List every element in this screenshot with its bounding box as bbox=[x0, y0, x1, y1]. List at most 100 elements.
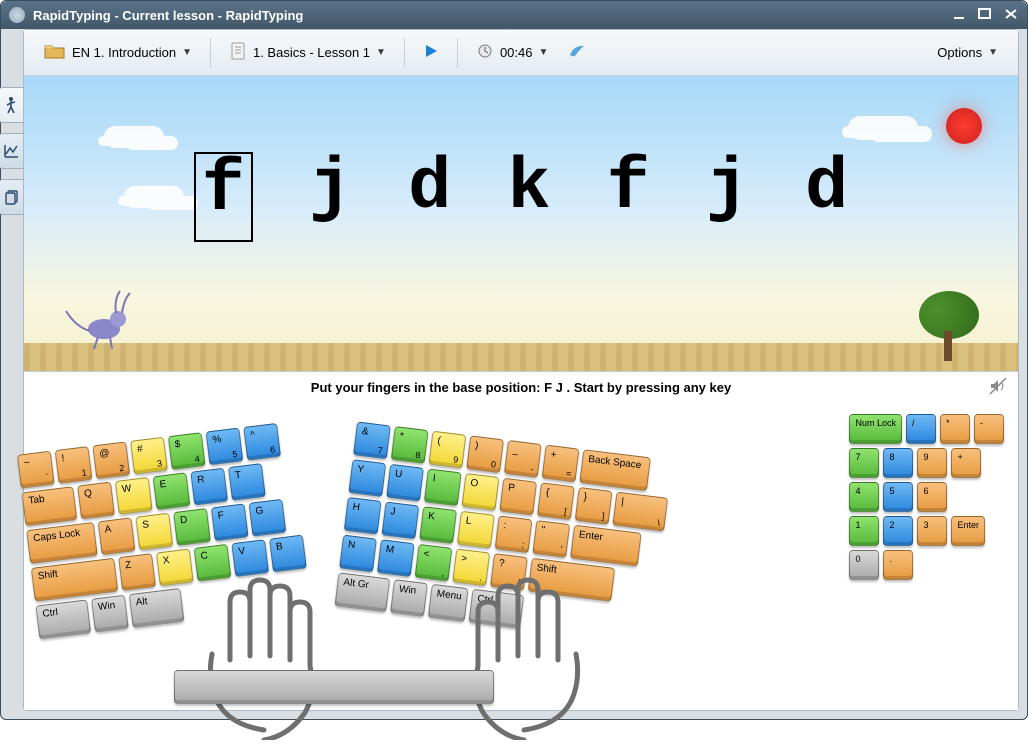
key-space[interactable] bbox=[174, 670, 494, 704]
key-[interactable]: ~` bbox=[17, 451, 55, 489]
toolbar-separator bbox=[210, 38, 211, 68]
close-button[interactable] bbox=[1003, 7, 1019, 21]
key-num-lock[interactable]: Num Lock bbox=[849, 414, 902, 444]
key-n[interactable]: N bbox=[339, 535, 377, 573]
key-g[interactable]: G bbox=[248, 499, 286, 537]
key-t[interactable]: T bbox=[228, 463, 266, 501]
key-x[interactable]: X bbox=[156, 548, 194, 586]
key-[interactable]: {[ bbox=[537, 482, 575, 520]
time-dropdown[interactable]: 00:46 ▼ bbox=[470, 39, 554, 66]
key-j[interactable]: J bbox=[381, 501, 419, 539]
sun-icon bbox=[946, 108, 982, 144]
key-k[interactable]: K bbox=[419, 506, 457, 544]
key-enter[interactable]: Enter bbox=[951, 516, 985, 546]
key-[interactable]: &7 bbox=[353, 421, 391, 459]
tab-lessons-list[interactable] bbox=[0, 179, 25, 215]
key-[interactable]: @2 bbox=[92, 441, 130, 479]
typing-chars: fjdkfjd bbox=[24, 152, 1018, 242]
document-icon bbox=[229, 41, 247, 64]
course-dropdown[interactable]: EN 1. Introduction ▼ bbox=[38, 38, 198, 67]
key-alt[interactable]: Alt bbox=[129, 588, 185, 628]
key-[interactable]: (9 bbox=[428, 431, 466, 469]
key-h[interactable]: H bbox=[344, 497, 382, 535]
mute-button[interactable] bbox=[988, 376, 1008, 396]
key-[interactable]: }] bbox=[575, 487, 613, 525]
key-[interactable]: #3 bbox=[130, 437, 168, 475]
key-win[interactable]: Win bbox=[390, 579, 428, 617]
key-y[interactable]: Y bbox=[348, 459, 386, 497]
play-button[interactable] bbox=[417, 39, 445, 66]
key-o[interactable]: O bbox=[462, 473, 500, 511]
tab-stats[interactable] bbox=[0, 133, 25, 169]
key-shift[interactable]: Shift bbox=[31, 558, 119, 602]
key-[interactable]: !1 bbox=[55, 446, 93, 484]
key-shift[interactable]: Shift bbox=[528, 558, 616, 602]
brush-button[interactable] bbox=[562, 39, 592, 66]
tab-lesson[interactable] bbox=[0, 87, 25, 123]
key-[interactable]: )0 bbox=[466, 435, 504, 473]
key-c[interactable]: C bbox=[194, 544, 232, 582]
key-b[interactable]: B bbox=[269, 535, 307, 573]
key-7[interactable]: 7 bbox=[849, 448, 879, 478]
key-3[interactable]: 3 bbox=[917, 516, 947, 546]
key-win[interactable]: Win bbox=[91, 595, 129, 633]
key-w[interactable]: W bbox=[115, 477, 153, 515]
key-menu[interactable]: Menu bbox=[428, 584, 469, 622]
key-a[interactable]: A bbox=[98, 517, 136, 555]
key-[interactable]: ^6 bbox=[243, 423, 281, 461]
key-[interactable]: * bbox=[940, 414, 970, 444]
key-ctrl[interactable]: Ctrl bbox=[468, 589, 524, 629]
key-8[interactable]: 8 bbox=[883, 448, 913, 478]
key-i[interactable]: I bbox=[424, 468, 462, 506]
cloud-icon bbox=[848, 116, 918, 140]
key-[interactable]: "' bbox=[532, 520, 570, 558]
key-enter[interactable]: Enter bbox=[570, 525, 642, 567]
key-[interactable]: / bbox=[906, 414, 936, 444]
key-2[interactable]: 2 bbox=[883, 516, 913, 546]
key-4[interactable]: 4 bbox=[849, 482, 879, 512]
key-[interactable]: _- bbox=[504, 440, 542, 478]
options-dropdown[interactable]: Options ▼ bbox=[931, 41, 1004, 64]
key-[interactable]: + bbox=[951, 448, 981, 478]
key-u[interactable]: U bbox=[386, 464, 424, 502]
typing-char: f bbox=[194, 152, 253, 242]
minimize-button[interactable] bbox=[952, 7, 968, 21]
key-5[interactable]: 5 bbox=[883, 482, 913, 512]
key-[interactable]: >. bbox=[452, 548, 490, 586]
key-alt-gr[interactable]: Alt Gr bbox=[334, 572, 390, 612]
key-s[interactable]: S bbox=[135, 513, 173, 551]
key-[interactable]: |\ bbox=[612, 492, 668, 532]
key-e[interactable]: E bbox=[153, 472, 191, 510]
key-back-space[interactable]: Back Space bbox=[579, 449, 651, 491]
key-l[interactable]: L bbox=[457, 511, 495, 549]
key-[interactable]: <, bbox=[415, 544, 453, 582]
key-[interactable]: %5 bbox=[205, 428, 243, 466]
key-p[interactable]: P bbox=[499, 478, 537, 516]
key-tab[interactable]: Tab bbox=[22, 486, 78, 526]
key-m[interactable]: M bbox=[377, 539, 415, 577]
key-z[interactable]: Z bbox=[118, 553, 156, 591]
typing-char: j bbox=[706, 152, 749, 242]
lesson-dropdown[interactable]: 1. Basics - Lesson 1 ▼ bbox=[223, 37, 392, 68]
key-0[interactable]: 0 bbox=[849, 550, 879, 580]
maximize-button[interactable] bbox=[977, 7, 993, 21]
key-9[interactable]: 9 bbox=[917, 448, 947, 478]
key-r[interactable]: R bbox=[190, 468, 228, 506]
key-6[interactable]: 6 bbox=[917, 482, 947, 512]
key-[interactable]: $4 bbox=[168, 432, 206, 470]
key-[interactable]: . bbox=[883, 550, 913, 580]
key-[interactable]: :; bbox=[495, 515, 533, 553]
key-[interactable]: += bbox=[542, 445, 580, 483]
key-ctrl[interactable]: Ctrl bbox=[35, 599, 91, 639]
walking-person-icon bbox=[3, 96, 19, 114]
key-[interactable]: ?/ bbox=[490, 553, 528, 591]
key-1[interactable]: 1 bbox=[849, 516, 879, 546]
key-q[interactable]: Q bbox=[77, 482, 115, 520]
key-caps-lock[interactable]: Caps Lock bbox=[26, 522, 98, 564]
key-[interactable]: - bbox=[974, 414, 1004, 444]
key-[interactable]: *8 bbox=[391, 426, 429, 464]
key-v[interactable]: V bbox=[231, 539, 269, 577]
key-d[interactable]: D bbox=[173, 508, 211, 546]
key-f[interactable]: F bbox=[211, 503, 249, 541]
typing-char: j bbox=[309, 152, 352, 242]
